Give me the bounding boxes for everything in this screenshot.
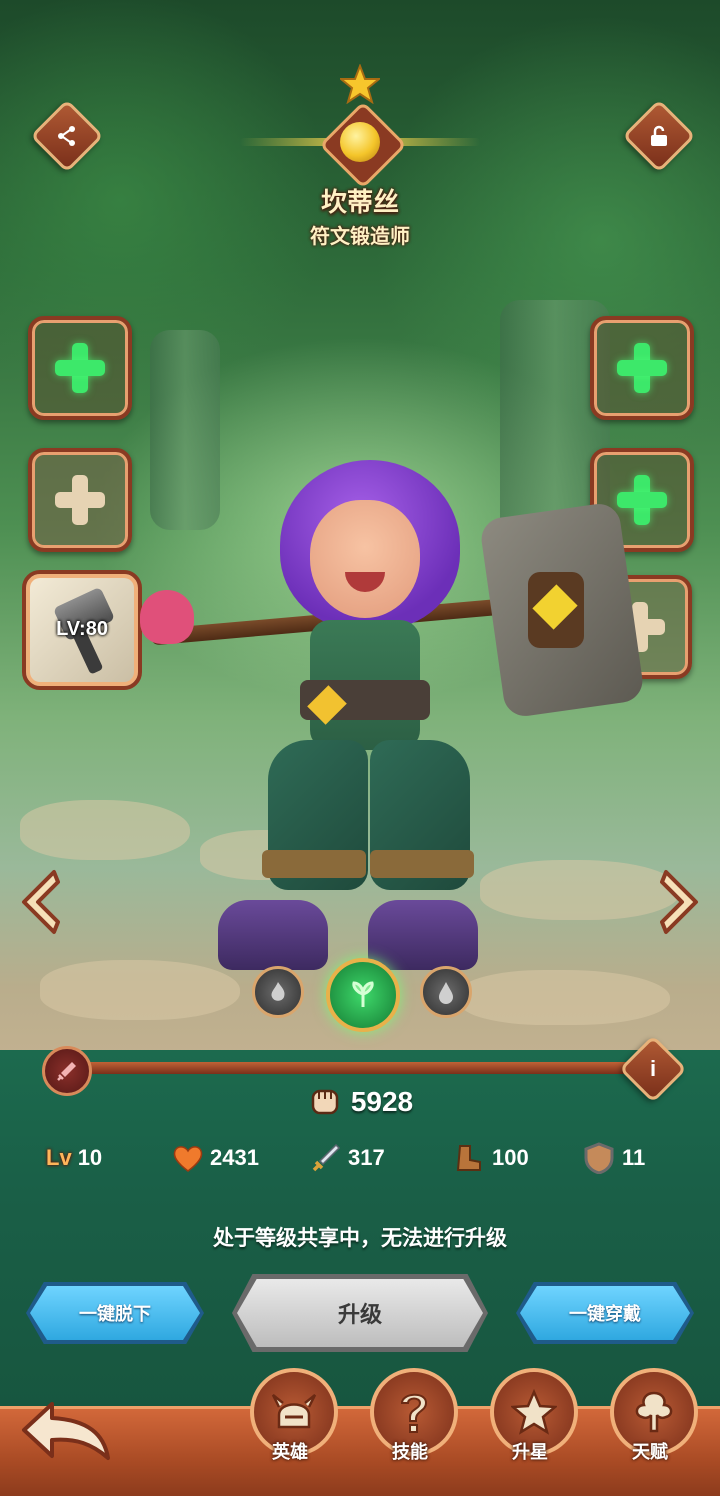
tree-icon bbox=[635, 1391, 673, 1433]
leaf-icon bbox=[352, 981, 374, 1007]
stat-value: 11 bbox=[622, 1145, 646, 1170]
prev-hero-button[interactable] bbox=[18, 868, 62, 936]
share-icon bbox=[44, 113, 90, 159]
power-display: 5928 bbox=[0, 1082, 720, 1122]
plus-icon bbox=[55, 475, 105, 525]
heart-icon bbox=[173, 1146, 203, 1172]
hero-screen: 坎蒂丝 符文锻造师 LV:80 i 5928 Lv 10 2431 317 10… bbox=[0, 0, 720, 1496]
nav-label: 升星 bbox=[512, 1442, 548, 1462]
dagger-icon bbox=[57, 1062, 76, 1081]
plus-icon bbox=[617, 343, 667, 393]
button-label: 一键穿戴 bbox=[569, 1304, 641, 1324]
next-hero-button[interactable] bbox=[658, 868, 702, 936]
stat-value: 100 bbox=[492, 1145, 529, 1170]
back-button[interactable] bbox=[18, 1398, 114, 1468]
stat-attack: 317 bbox=[310, 1138, 385, 1178]
hero-emblem bbox=[240, 101, 480, 189]
weapon-slot[interactable]: LV:80 bbox=[22, 570, 142, 690]
hero-name: 坎蒂丝 bbox=[320, 187, 399, 217]
shield-icon bbox=[584, 1142, 614, 1174]
back-arrow-icon bbox=[22, 1402, 110, 1460]
element-nature-button[interactable] bbox=[326, 958, 400, 1032]
boot-icon bbox=[456, 1145, 481, 1171]
star-rank-icon bbox=[338, 63, 382, 105]
unlock-icon bbox=[636, 113, 682, 159]
stat-health: 2431 bbox=[172, 1138, 259, 1178]
lock-button[interactable] bbox=[622, 99, 696, 173]
chevron-left-icon bbox=[22, 870, 60, 934]
stat-value: 10 bbox=[77, 1145, 103, 1170]
stat-value: 2431 bbox=[210, 1145, 259, 1170]
chevron-right-icon bbox=[660, 870, 698, 934]
nav-label: 天赋 bbox=[632, 1442, 668, 1462]
weapon-level: LV:80 bbox=[56, 618, 108, 640]
element-water-button[interactable] bbox=[420, 966, 472, 1018]
stat-defense: 11 bbox=[584, 1138, 645, 1178]
sword-icon bbox=[312, 1143, 341, 1172]
nav-skills[interactable]: 技能 bbox=[362, 1368, 458, 1472]
upgrade-button[interactable]: 升级 bbox=[232, 1274, 488, 1352]
panel-divider bbox=[66, 1062, 666, 1074]
question-icon bbox=[400, 1393, 428, 1433]
plus-icon bbox=[617, 475, 667, 525]
level-share-notice: 处于等级共享中，无法进行升级 bbox=[213, 1227, 507, 1250]
nav-label: 技能 bbox=[392, 1442, 428, 1462]
star-icon bbox=[511, 1389, 557, 1435]
plus-icon bbox=[55, 343, 105, 393]
nav-label: 英雄 bbox=[272, 1442, 308, 1462]
equip-slot-right-1[interactable] bbox=[590, 316, 694, 420]
level-badge-icon: Lv bbox=[46, 1145, 72, 1170]
water-drop-icon bbox=[439, 982, 453, 1004]
helmet-icon bbox=[271, 1394, 317, 1429]
nav-hero[interactable]: 英雄 bbox=[242, 1368, 338, 1472]
equip-slot-left-1[interactable] bbox=[28, 316, 132, 420]
power-value: 5928 bbox=[350, 1086, 414, 1117]
stats-row: Lv 10 2431 317 100 11 bbox=[38, 1138, 688, 1178]
nav-star-up[interactable]: 升星 bbox=[482, 1368, 578, 1472]
flame-icon bbox=[271, 982, 285, 1001]
hero-character bbox=[140, 440, 646, 980]
stat-speed: 100 bbox=[452, 1138, 529, 1178]
hero-title: 符文锻造师 bbox=[310, 226, 410, 248]
unequip-all-button[interactable]: 一键脱下 bbox=[26, 1282, 204, 1344]
equip-all-button[interactable]: 一键穿戴 bbox=[516, 1282, 694, 1344]
equip-slot-left-2[interactable] bbox=[28, 448, 132, 552]
share-button[interactable] bbox=[30, 99, 104, 173]
nav-talent[interactable]: 天赋 bbox=[602, 1368, 698, 1472]
fist-icon bbox=[311, 1089, 339, 1115]
button-label: 一键脱下 bbox=[79, 1304, 151, 1324]
stat-value: 317 bbox=[348, 1145, 385, 1170]
button-label: 升级 bbox=[337, 1302, 382, 1327]
stat-level: Lv 10 bbox=[46, 1138, 102, 1178]
element-fire-button[interactable] bbox=[252, 966, 304, 1018]
